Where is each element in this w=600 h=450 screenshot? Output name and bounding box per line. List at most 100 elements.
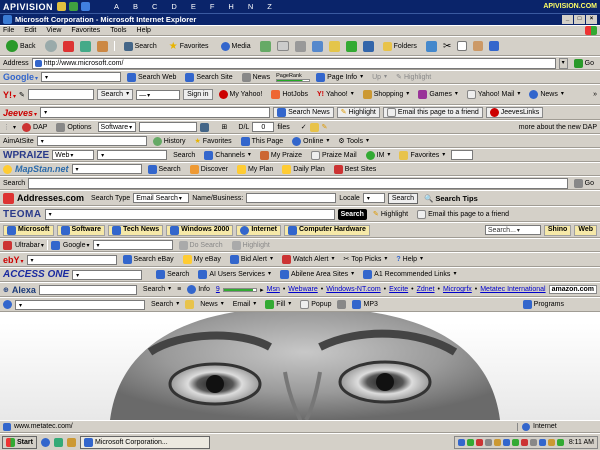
mapstan-logo[interactable]: MapStan.net bbox=[15, 164, 69, 174]
alexa-link-excite[interactable]: Excite bbox=[389, 286, 408, 293]
praize-mail-button[interactable]: Praize Mail bbox=[308, 150, 360, 161]
dap-search-icon[interactable] bbox=[199, 122, 209, 132]
copy-icon[interactable] bbox=[457, 41, 468, 51]
wpraize-search-input[interactable] bbox=[97, 150, 168, 160]
ai-users-services-button[interactable]: AI Users Services bbox=[195, 269, 274, 280]
dap-search-input[interactable] bbox=[138, 122, 197, 132]
google-search-site-button[interactable]: Search Site bbox=[182, 72, 235, 83]
dap-check-icon[interactable]: ✓ bbox=[301, 123, 307, 131]
wpraize-scope-select[interactable]: Web bbox=[52, 150, 95, 160]
teoma-search-button[interactable]: Search bbox=[337, 208, 367, 220]
tray-icon-4[interactable] bbox=[484, 438, 492, 446]
taskbar-task-ie[interactable]: Microsoft Corporation... bbox=[79, 435, 210, 449]
dap-more-link[interactable]: more about the new DAP bbox=[519, 124, 597, 131]
discuss-icon[interactable] bbox=[328, 40, 340, 52]
amazon-button[interactable]: amazon.com bbox=[548, 285, 597, 294]
tray-icon-5[interactable] bbox=[493, 438, 501, 446]
yahoo-sign-in-button[interactable]: Sign in bbox=[183, 89, 213, 100]
cut-icon[interactable]: ✂ bbox=[443, 41, 451, 52]
ultrabar-highlight-button[interactable]: Highlight bbox=[229, 240, 273, 251]
ultrabar-logo[interactable]: Ultrabar bbox=[15, 242, 44, 249]
locale-select[interactable] bbox=[362, 193, 385, 203]
do-search-button[interactable]: Do Search bbox=[176, 240, 226, 251]
my-praize-button[interactable]: My Praize bbox=[257, 150, 305, 161]
shino-button[interactable]: Shino bbox=[543, 224, 572, 236]
abilene-area-sites-button[interactable]: Abilene Area Sites bbox=[277, 269, 357, 280]
start-button[interactable]: Start bbox=[2, 435, 37, 449]
watch-alert-button[interactable]: Watch Alert bbox=[279, 254, 338, 265]
tray-icon-11[interactable] bbox=[547, 438, 555, 446]
alexa-logo[interactable]: Alexa bbox=[12, 285, 36, 295]
menu-tools[interactable]: Tools bbox=[110, 27, 126, 34]
mapstan-search-input[interactable] bbox=[71, 164, 142, 174]
messenger-icon[interactable] bbox=[345, 40, 357, 52]
site-link[interactable]: APIVISION.COM bbox=[543, 3, 597, 10]
menu-view[interactable]: View bbox=[46, 27, 61, 34]
menu-help[interactable]: Help bbox=[137, 27, 151, 34]
jeeves-search-news-button[interactable]: Search News bbox=[273, 107, 334, 118]
tray-icon-10[interactable] bbox=[538, 438, 546, 446]
yahoo-news-button[interactable]: News bbox=[526, 89, 567, 100]
generic-search-input[interactable] bbox=[28, 177, 568, 189]
google-search-web-button[interactable]: Search Web bbox=[124, 72, 179, 83]
back-button[interactable]: Back bbox=[3, 40, 39, 52]
jeeves-search-input[interactable] bbox=[40, 107, 271, 118]
favorites-button[interactable]: ★ Favorites bbox=[166, 41, 212, 52]
page-info-button[interactable]: Page Info bbox=[313, 72, 366, 83]
research-icon[interactable] bbox=[362, 40, 374, 52]
dap-button[interactable]: DAP bbox=[19, 122, 50, 133]
dap-dropdown[interactable]: ▾ bbox=[13, 124, 16, 131]
yahoo-search-button[interactable]: Search bbox=[96, 89, 134, 100]
go-button[interactable]: Go bbox=[571, 58, 597, 69]
up-button[interactable]: Up bbox=[369, 72, 390, 83]
teoma-logo[interactable]: TEOMA bbox=[3, 209, 42, 220]
yahoo-search-input[interactable] bbox=[27, 89, 94, 100]
edit-icon[interactable] bbox=[311, 40, 323, 52]
ebay-help-button[interactable]: ? Help bbox=[393, 254, 426, 265]
menu-file[interactable]: File bbox=[3, 27, 14, 34]
mapstan-search-button[interactable]: Search bbox=[145, 164, 184, 175]
paste-icon[interactable] bbox=[473, 41, 484, 51]
minimize-button[interactable]: _ bbox=[562, 15, 573, 24]
close-button[interactable]: × bbox=[586, 15, 597, 24]
utility-search-input[interactable] bbox=[15, 299, 145, 310]
yahoo-options-input[interactable]: — bbox=[136, 89, 181, 100]
google-search-input[interactable] bbox=[41, 72, 122, 82]
addresses-logo[interactable]: Addresses.com bbox=[17, 193, 84, 203]
my-plan-button[interactable]: My Plan bbox=[234, 164, 276, 175]
link-internet[interactable]: Internet bbox=[236, 224, 281, 236]
generic-go-button[interactable]: Go bbox=[571, 178, 597, 189]
teoma-search-input[interactable] bbox=[44, 208, 335, 220]
search-type-select[interactable]: Email Search bbox=[133, 193, 190, 203]
dap-options-button[interactable]: Options bbox=[53, 122, 94, 133]
mail-icon[interactable] bbox=[276, 41, 289, 51]
alexa-arrow-icon[interactable]: ▸ bbox=[260, 286, 264, 294]
shopping-button[interactable]: Shopping bbox=[360, 89, 413, 100]
quick-launch-desktop-icon[interactable] bbox=[53, 437, 63, 447]
google-news-button[interactable]: News bbox=[239, 72, 274, 83]
link-computer-hardware[interactable]: Computer Hardware bbox=[283, 224, 370, 236]
tray-icon-8[interactable] bbox=[520, 438, 528, 446]
ultrabar-search-input[interactable] bbox=[92, 240, 173, 250]
utility-sound-icon[interactable] bbox=[337, 300, 347, 309]
alexa-rank-link[interactable]: 9 bbox=[216, 286, 220, 293]
addresses-search-button[interactable]: Search bbox=[387, 192, 419, 204]
share-icon[interactable] bbox=[425, 40, 437, 52]
history-button[interactable]: History bbox=[150, 136, 189, 147]
utility-programs-button[interactable]: Programs bbox=[520, 299, 567, 310]
dap-edit-icon[interactable]: ✎ bbox=[322, 123, 328, 131]
dap-progress-icon[interactable]: ⊞ bbox=[222, 123, 228, 131]
wpraize-favorites-button[interactable]: Favorites bbox=[396, 150, 448, 161]
link-windows-2000[interactable]: Windows 2000 bbox=[166, 224, 234, 236]
my-ebay-button[interactable]: My eBay bbox=[180, 254, 224, 265]
wpraize-favorites-input[interactable] bbox=[451, 150, 474, 160]
link-tech-news[interactable]: Tech News bbox=[108, 224, 164, 236]
address-input[interactable]: http://www.microsoft.com/ bbox=[31, 57, 556, 69]
jeeves-logo[interactable]: Jeeves bbox=[3, 108, 37, 118]
address-dropdown[interactable]: ▾ bbox=[558, 57, 568, 69]
ebay-search-input[interactable] bbox=[26, 254, 117, 265]
utility-popup-button[interactable]: Popup bbox=[297, 299, 334, 310]
tray-icon-3[interactable] bbox=[475, 438, 483, 446]
size-icon[interactable] bbox=[489, 41, 500, 51]
jeeves-email-button[interactable]: Email this page to a friend bbox=[382, 107, 483, 118]
